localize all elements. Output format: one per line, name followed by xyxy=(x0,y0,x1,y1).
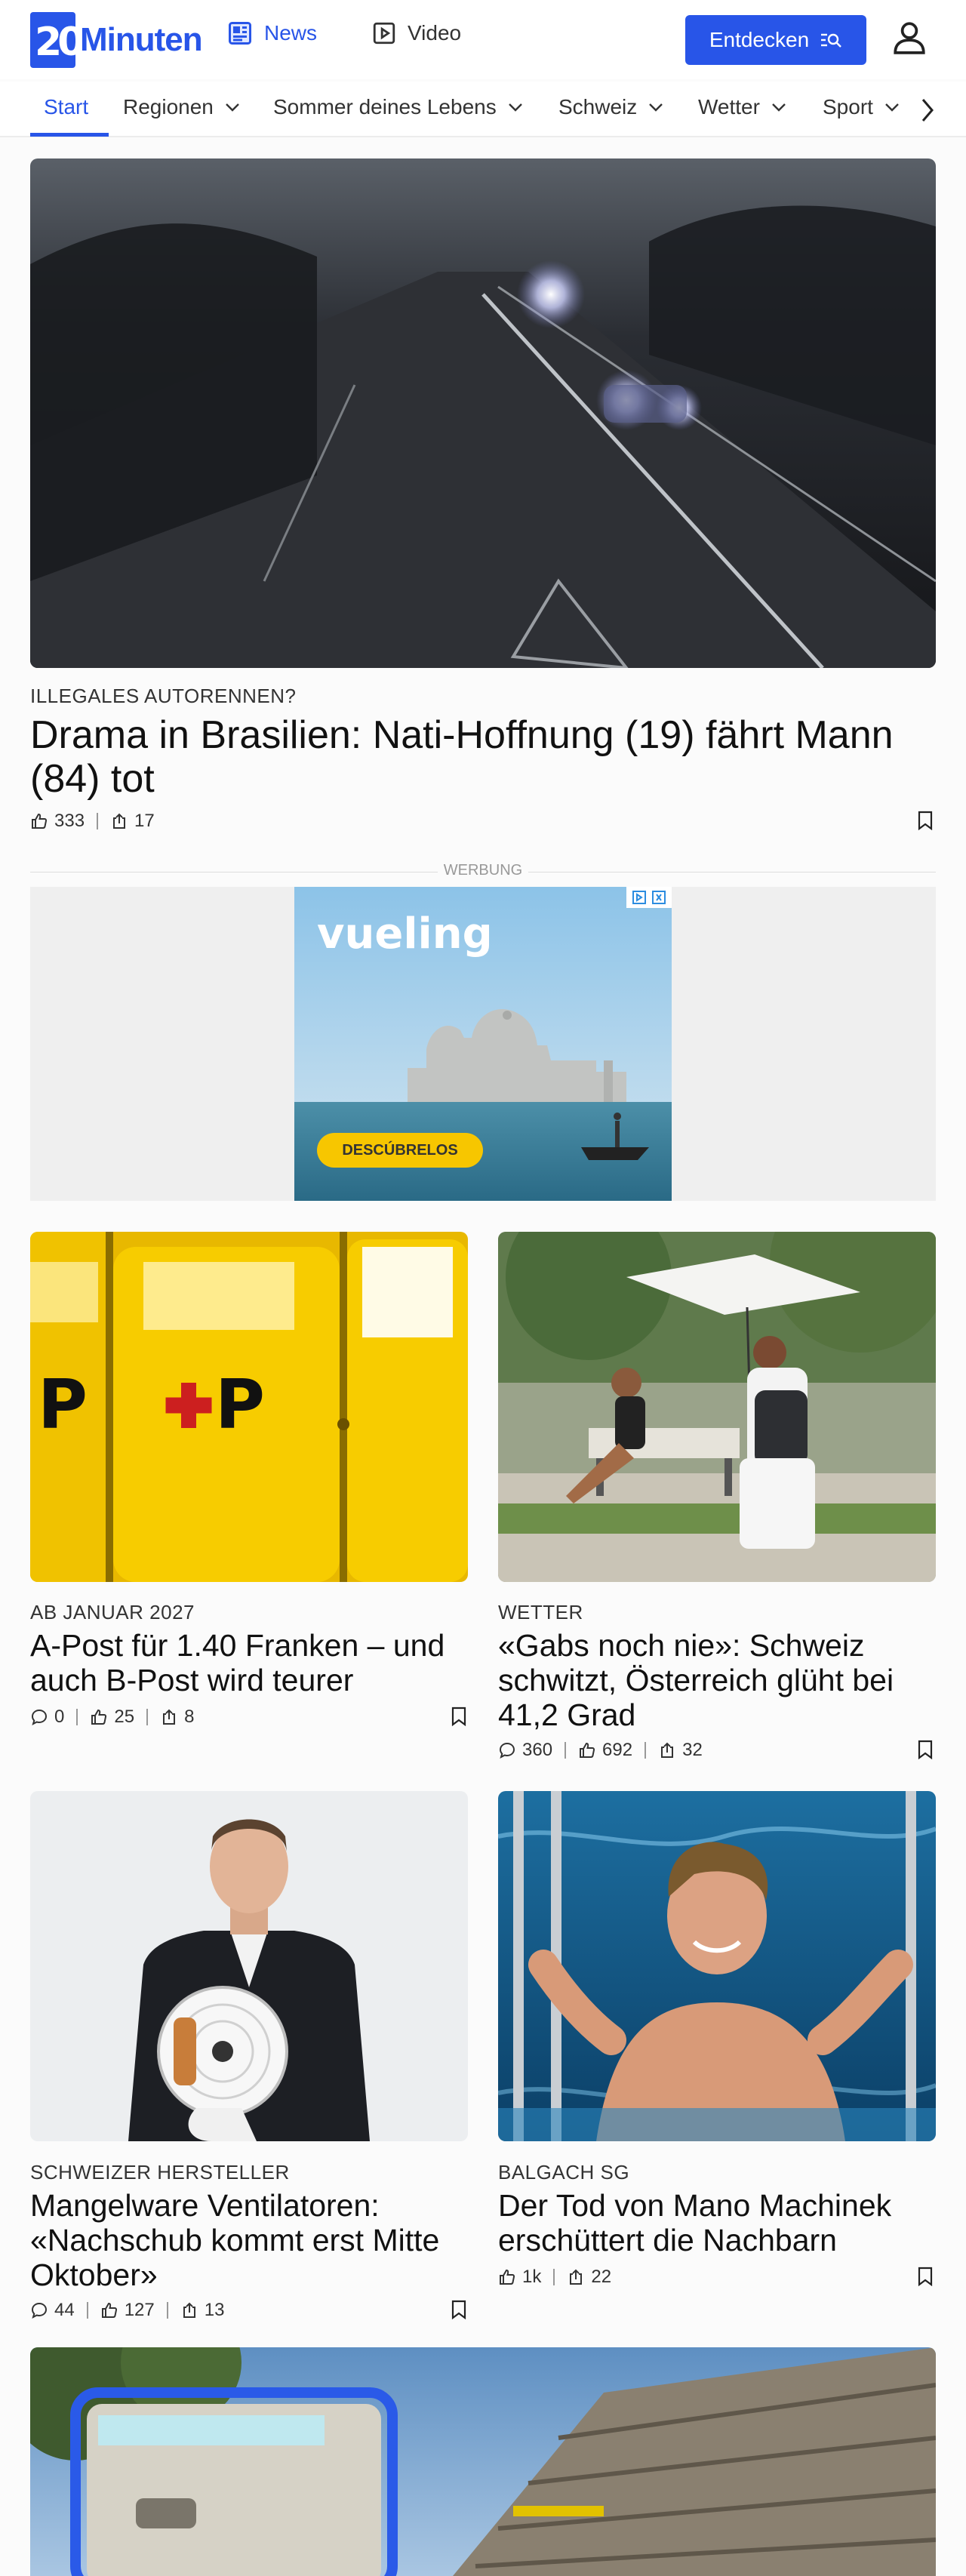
logo-mark: 20 xyxy=(30,12,75,68)
meta-divider xyxy=(645,1742,647,1759)
tab-sommer[interactable]: Sommer deines Lebens xyxy=(273,95,524,119)
discover-label: Entdecken xyxy=(709,28,810,51)
meta-divider xyxy=(553,2269,555,2285)
nav-video[interactable]: Video xyxy=(371,20,461,47)
logo[interactable]: 20 Minuten xyxy=(30,12,203,68)
bookmark-icon[interactable] xyxy=(450,2300,468,2323)
article-image[interactable] xyxy=(498,1791,936,2141)
article-title[interactable]: Mangelware Ventilatoren: «Nachschub komm… xyxy=(30,2188,468,2293)
tab-sport[interactable]: Sport xyxy=(823,95,900,119)
chevron-right-icon xyxy=(921,99,934,122)
chevron-down-icon xyxy=(226,103,239,112)
tabs-scroll-right[interactable] xyxy=(919,97,936,128)
article-image[interactable]: P P xyxy=(30,1232,468,1582)
nav-news[interactable]: News xyxy=(226,20,317,47)
hero-likes: 333 xyxy=(54,811,85,831)
search-list-icon xyxy=(821,33,842,48)
chevron-down-icon xyxy=(885,103,899,112)
article-image[interactable] xyxy=(30,2347,936,2576)
thumbs-up-icon[interactable] xyxy=(498,2268,516,2286)
chevron-down-icon xyxy=(772,103,786,112)
thumbs-up-icon[interactable] xyxy=(90,1708,108,1726)
comment-icon[interactable] xyxy=(498,1741,516,1759)
bookmark-icon[interactable] xyxy=(450,1707,468,1730)
tab-active-indicator xyxy=(30,133,109,137)
tab-schweiz[interactable]: Schweiz xyxy=(558,95,664,119)
bookmark-icon[interactable] xyxy=(916,811,934,834)
article-meta: 0 25 8 xyxy=(30,1707,194,1728)
article-shares: 8 xyxy=(184,1707,195,1727)
ad-choices-icon[interactable] xyxy=(626,887,672,908)
ad-banner[interactable]: vueling DESCÚBRELOS xyxy=(294,887,672,1201)
bookmark-icon[interactable] xyxy=(916,2267,934,2290)
article-kicker: AB JANUAR 2027 xyxy=(30,1601,195,1623)
hero-image[interactable] xyxy=(30,158,936,668)
ad-label: WERBUNG xyxy=(443,862,523,879)
article-title[interactable]: A-Post für 1.40 Franken – und auch B-Pos… xyxy=(30,1628,453,1698)
thumbs-up-icon[interactable] xyxy=(578,1741,596,1759)
site-header: 20 Minuten News Video Entdecken xyxy=(0,0,966,79)
article-comments: 360 xyxy=(522,1740,553,1760)
article-likes: 25 xyxy=(114,1707,135,1727)
share-icon[interactable] xyxy=(567,2268,585,2286)
bookmark-icon[interactable] xyxy=(916,1740,934,1763)
article-comments: 44 xyxy=(54,2300,75,2320)
category-tabs: Start Regionen Sommer deines Lebens Schw… xyxy=(0,82,966,137)
hero-kicker: ILLEGALES AUTORENNEN? xyxy=(30,685,297,707)
hero-shares: 17 xyxy=(134,811,155,831)
news-icon xyxy=(229,22,251,45)
article-kicker: BALGACH SG xyxy=(498,2161,630,2184)
logo-text: Minuten xyxy=(80,21,203,58)
article-meta: 1k 22 xyxy=(498,2267,611,2288)
hero-meta: 333 17 xyxy=(30,811,155,832)
user-icon[interactable] xyxy=(891,18,928,60)
thumbs-up-icon[interactable] xyxy=(30,812,48,830)
chevron-down-icon xyxy=(649,103,663,112)
share-icon[interactable] xyxy=(180,2301,198,2319)
article-meta: 44 127 13 xyxy=(30,2300,224,2321)
meta-divider xyxy=(565,1742,567,1759)
svg-text:P: P xyxy=(215,1365,265,1445)
svg-text:P: P xyxy=(38,1365,88,1445)
meta-divider xyxy=(97,813,99,829)
article-title[interactable]: Der Tod von Mano Machinek erschüttert di… xyxy=(498,2188,921,2258)
ad-brand: vueling xyxy=(317,909,493,959)
article-image[interactable] xyxy=(498,1232,936,1582)
meta-divider xyxy=(86,2302,88,2319)
article-shares: 22 xyxy=(591,2267,612,2287)
comment-icon[interactable] xyxy=(30,2301,48,2319)
meta-divider xyxy=(166,2302,168,2319)
ad-cta-button[interactable]: DESCÚBRELOS xyxy=(317,1133,483,1168)
article-likes: 1k xyxy=(522,2267,542,2287)
article-likes: 692 xyxy=(602,1740,633,1760)
article-image[interactable] xyxy=(30,1791,468,2141)
meta-divider xyxy=(76,1709,78,1725)
meta-divider xyxy=(146,1709,149,1725)
share-icon[interactable] xyxy=(110,812,128,830)
article-shares: 13 xyxy=(204,2300,225,2320)
play-icon xyxy=(373,22,395,45)
share-icon[interactable] xyxy=(160,1708,178,1726)
article-title[interactable]: «Gabs noch nie»: Schweiz schwitzt, Öster… xyxy=(498,1628,921,1733)
article-meta: 360 692 32 xyxy=(498,1740,703,1761)
article-kicker: WETTER xyxy=(498,1601,583,1623)
chevron-down-icon xyxy=(508,103,522,112)
hero-title[interactable]: Drama in Brasilien: Nati-Hoffnung (19) f… xyxy=(30,713,921,801)
comment-icon[interactable] xyxy=(30,1708,48,1726)
article-likes: 127 xyxy=(124,2300,155,2320)
tab-wetter[interactable]: Wetter xyxy=(698,95,787,119)
share-icon[interactable] xyxy=(658,1741,676,1759)
nav-news-label: News xyxy=(264,21,318,45)
discover-button[interactable]: Entdecken xyxy=(685,15,866,65)
nav-video-label: Video xyxy=(408,21,462,45)
article-kicker: SCHWEIZER HERSTELLER xyxy=(30,2161,290,2184)
tab-start[interactable]: Start xyxy=(44,95,88,119)
article-shares: 32 xyxy=(682,1740,703,1760)
article-comments: 0 xyxy=(54,1707,65,1727)
tab-regionen[interactable]: Regionen xyxy=(123,95,241,119)
thumbs-up-icon[interactable] xyxy=(100,2301,118,2319)
